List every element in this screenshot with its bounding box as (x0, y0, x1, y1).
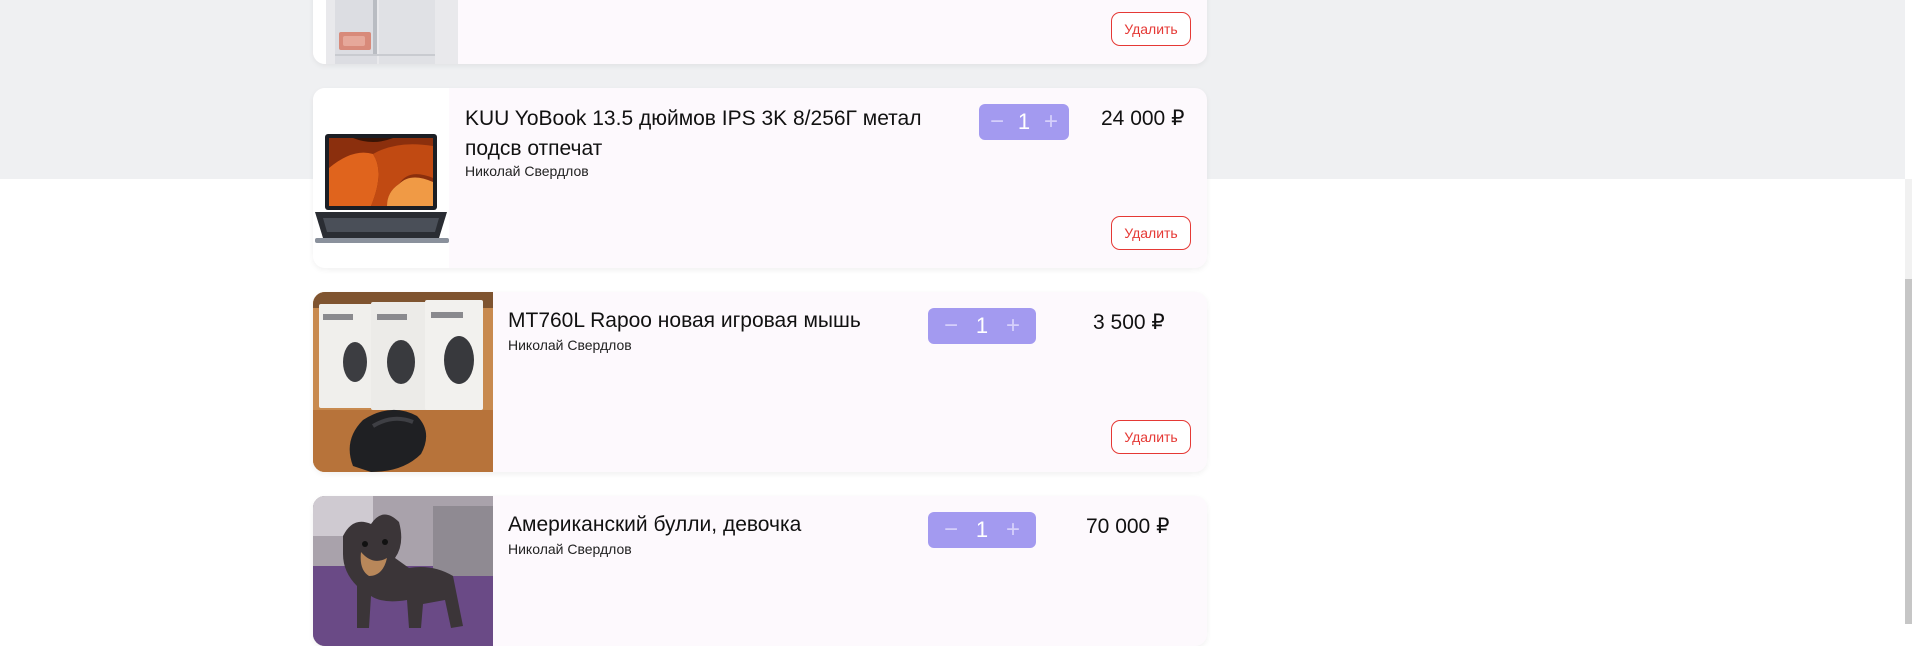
plus-icon[interactable]: + (1040, 110, 1062, 134)
cart-item-mouse: MT760L Rapoo новая игровая мышь Николай … (313, 292, 1207, 472)
quantity-stepper: − 1 + (928, 512, 1036, 548)
minus-icon[interactable]: − (940, 518, 962, 542)
plus-icon[interactable]: + (1002, 518, 1024, 542)
quantity-value: 1 (975, 313, 989, 338)
minus-icon[interactable]: − (986, 110, 1008, 134)
product-title[interactable]: Американский булли, девочка (508, 510, 928, 540)
quantity-stepper: − 1 + (979, 104, 1069, 140)
product-image[interactable] (313, 292, 493, 472)
minus-icon[interactable]: − (940, 314, 962, 338)
quantity-stepper: − 1 + (928, 308, 1036, 344)
cart-item-laptop: KUU YoBook 13.5 дюймов IPS 3K 8/256Г мет… (313, 88, 1207, 268)
seller-name[interactable]: Николай Свердлов (508, 337, 632, 353)
cart-item-fridge: Удалить (313, 0, 1207, 64)
quantity-value: 1 (1017, 109, 1031, 134)
delete-button[interactable]: Удалить (1111, 420, 1191, 454)
delete-button[interactable]: Удалить (1111, 216, 1191, 250)
delete-button[interactable]: Удалить (1111, 12, 1191, 46)
product-image[interactable] (313, 88, 449, 268)
scrollbar-thumb[interactable] (1905, 279, 1912, 624)
plus-icon[interactable]: + (1002, 314, 1024, 338)
seller-name[interactable]: Николай Свердлов (465, 163, 589, 179)
item-price: 70 000 ₽ (1086, 515, 1170, 538)
quantity-value: 1 (975, 517, 989, 542)
product-title[interactable]: KUU YoBook 13.5 дюймов IPS 3K 8/256Г мет… (465, 104, 965, 164)
product-image[interactable] (313, 0, 458, 64)
seller-name[interactable]: Николай Свердлов (508, 541, 632, 557)
item-price: 3 500 ₽ (1093, 311, 1165, 334)
product-title[interactable]: MT760L Rapoo новая игровая мышь (508, 306, 928, 336)
item-price: 24 000 ₽ (1101, 107, 1185, 130)
